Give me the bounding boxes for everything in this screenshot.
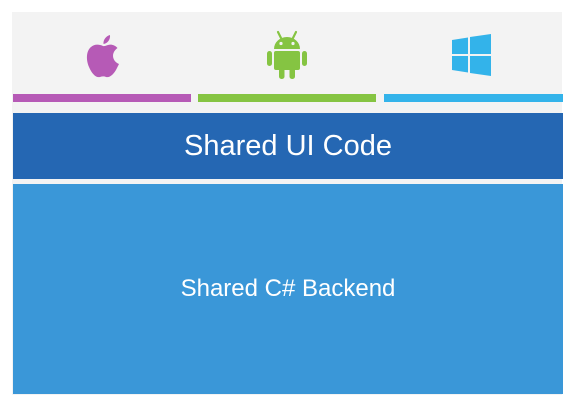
android-icon: [262, 28, 312, 82]
shared-backend-layer: Shared C# Backend: [13, 184, 563, 394]
shared-backend-label: Shared C# Backend: [180, 275, 396, 302]
shared-ui-code-layer: Shared UI Code: [13, 113, 563, 179]
ios-platform-bar: [13, 94, 191, 102]
android-platform-bar: [198, 94, 376, 102]
windows-icon: [446, 28, 496, 82]
shared-ui-code-label: Shared UI Code: [184, 129, 392, 162]
windows-platform-bar: [384, 94, 563, 102]
apple-icon: [78, 28, 128, 82]
diagram-canvas: Shared UI Code Shared C# Backend: [0, 0, 568, 400]
